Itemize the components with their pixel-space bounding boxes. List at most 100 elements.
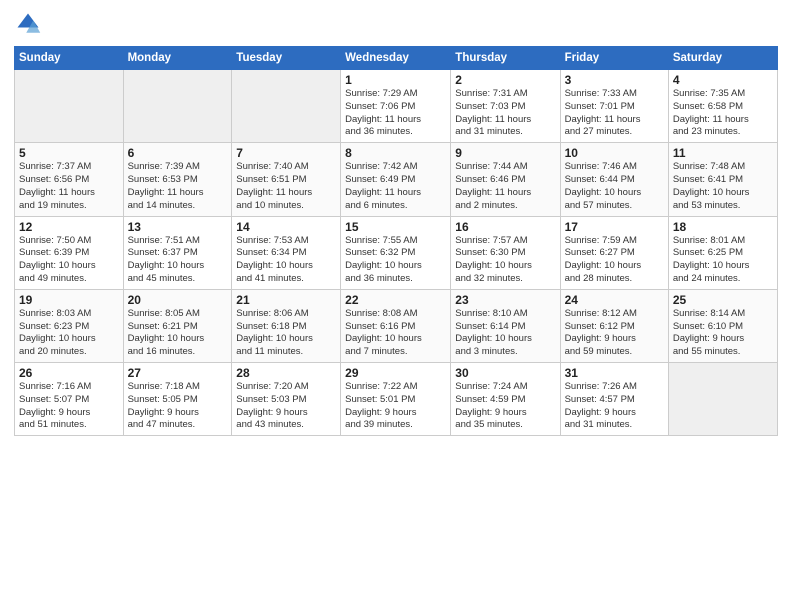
calendar-cell: 10Sunrise: 7:46 AM Sunset: 6:44 PM Dayli… (560, 143, 668, 216)
day-info: Sunrise: 7:40 AM Sunset: 6:51 PM Dayligh… (236, 161, 336, 212)
calendar-cell: 30Sunrise: 7:24 AM Sunset: 4:59 PM Dayli… (451, 363, 560, 436)
day-info: Sunrise: 7:20 AM Sunset: 5:03 PM Dayligh… (236, 381, 336, 432)
calendar-cell: 12Sunrise: 7:50 AM Sunset: 6:39 PM Dayli… (15, 216, 124, 289)
day-info: Sunrise: 7:24 AM Sunset: 4:59 PM Dayligh… (455, 381, 555, 432)
calendar-cell (668, 363, 777, 436)
calendar-cell: 27Sunrise: 7:18 AM Sunset: 5:05 PM Dayli… (123, 363, 232, 436)
calendar-week-row: 12Sunrise: 7:50 AM Sunset: 6:39 PM Dayli… (15, 216, 778, 289)
calendar-cell: 29Sunrise: 7:22 AM Sunset: 5:01 PM Dayli… (341, 363, 451, 436)
day-info: Sunrise: 7:16 AM Sunset: 5:07 PM Dayligh… (19, 381, 119, 432)
day-number: 24 (565, 293, 664, 307)
calendar-cell: 24Sunrise: 8:12 AM Sunset: 6:12 PM Dayli… (560, 289, 668, 362)
calendar-cell: 2Sunrise: 7:31 AM Sunset: 7:03 PM Daylig… (451, 70, 560, 143)
day-number: 2 (455, 73, 555, 87)
day-number: 7 (236, 146, 336, 160)
weekday-header: Saturday (668, 47, 777, 70)
day-number: 13 (128, 220, 228, 234)
day-number: 23 (455, 293, 555, 307)
calendar-cell: 31Sunrise: 7:26 AM Sunset: 4:57 PM Dayli… (560, 363, 668, 436)
logo-icon (14, 10, 42, 38)
day-info: Sunrise: 7:46 AM Sunset: 6:44 PM Dayligh… (565, 161, 664, 212)
day-number: 12 (19, 220, 119, 234)
day-info: Sunrise: 8:10 AM Sunset: 6:14 PM Dayligh… (455, 308, 555, 359)
weekday-header: Friday (560, 47, 668, 70)
calendar-cell: 13Sunrise: 7:51 AM Sunset: 6:37 PM Dayli… (123, 216, 232, 289)
day-number: 26 (19, 366, 119, 380)
day-number: 17 (565, 220, 664, 234)
day-info: Sunrise: 8:12 AM Sunset: 6:12 PM Dayligh… (565, 308, 664, 359)
day-number: 28 (236, 366, 336, 380)
day-info: Sunrise: 7:42 AM Sunset: 6:49 PM Dayligh… (345, 161, 446, 212)
day-info: Sunrise: 7:39 AM Sunset: 6:53 PM Dayligh… (128, 161, 228, 212)
page: SundayMondayTuesdayWednesdayThursdayFrid… (0, 0, 792, 612)
weekday-header: Monday (123, 47, 232, 70)
calendar-cell: 25Sunrise: 8:14 AM Sunset: 6:10 PM Dayli… (668, 289, 777, 362)
day-info: Sunrise: 7:51 AM Sunset: 6:37 PM Dayligh… (128, 235, 228, 286)
calendar-week-row: 5Sunrise: 7:37 AM Sunset: 6:56 PM Daylig… (15, 143, 778, 216)
day-number: 9 (455, 146, 555, 160)
day-info: Sunrise: 8:08 AM Sunset: 6:16 PM Dayligh… (345, 308, 446, 359)
calendar-cell: 11Sunrise: 7:48 AM Sunset: 6:41 PM Dayli… (668, 143, 777, 216)
day-number: 25 (673, 293, 773, 307)
day-number: 18 (673, 220, 773, 234)
day-number: 3 (565, 73, 664, 87)
day-info: Sunrise: 7:31 AM Sunset: 7:03 PM Dayligh… (455, 88, 555, 139)
day-info: Sunrise: 7:59 AM Sunset: 6:27 PM Dayligh… (565, 235, 664, 286)
day-info: Sunrise: 8:14 AM Sunset: 6:10 PM Dayligh… (673, 308, 773, 359)
day-info: Sunrise: 7:44 AM Sunset: 6:46 PM Dayligh… (455, 161, 555, 212)
calendar-cell: 5Sunrise: 7:37 AM Sunset: 6:56 PM Daylig… (15, 143, 124, 216)
day-info: Sunrise: 7:53 AM Sunset: 6:34 PM Dayligh… (236, 235, 336, 286)
calendar-cell: 22Sunrise: 8:08 AM Sunset: 6:16 PM Dayli… (341, 289, 451, 362)
day-number: 20 (128, 293, 228, 307)
day-info: Sunrise: 7:26 AM Sunset: 4:57 PM Dayligh… (565, 381, 664, 432)
day-number: 8 (345, 146, 446, 160)
calendar-cell: 26Sunrise: 7:16 AM Sunset: 5:07 PM Dayli… (15, 363, 124, 436)
day-info: Sunrise: 7:18 AM Sunset: 5:05 PM Dayligh… (128, 381, 228, 432)
calendar-cell: 20Sunrise: 8:05 AM Sunset: 6:21 PM Dayli… (123, 289, 232, 362)
weekday-header: Thursday (451, 47, 560, 70)
calendar-week-row: 19Sunrise: 8:03 AM Sunset: 6:23 PM Dayli… (15, 289, 778, 362)
weekday-header: Tuesday (232, 47, 341, 70)
calendar-cell: 19Sunrise: 8:03 AM Sunset: 6:23 PM Dayli… (15, 289, 124, 362)
day-info: Sunrise: 7:29 AM Sunset: 7:06 PM Dayligh… (345, 88, 446, 139)
header (14, 10, 778, 38)
day-number: 11 (673, 146, 773, 160)
day-info: Sunrise: 7:55 AM Sunset: 6:32 PM Dayligh… (345, 235, 446, 286)
day-number: 10 (565, 146, 664, 160)
day-info: Sunrise: 8:03 AM Sunset: 6:23 PM Dayligh… (19, 308, 119, 359)
calendar-cell: 6Sunrise: 7:39 AM Sunset: 6:53 PM Daylig… (123, 143, 232, 216)
calendar-header-row: SundayMondayTuesdayWednesdayThursdayFrid… (15, 47, 778, 70)
day-number: 6 (128, 146, 228, 160)
calendar-cell: 21Sunrise: 8:06 AM Sunset: 6:18 PM Dayli… (232, 289, 341, 362)
logo (14, 10, 46, 38)
day-info: Sunrise: 8:06 AM Sunset: 6:18 PM Dayligh… (236, 308, 336, 359)
day-number: 22 (345, 293, 446, 307)
calendar-week-row: 26Sunrise: 7:16 AM Sunset: 5:07 PM Dayli… (15, 363, 778, 436)
calendar-cell: 7Sunrise: 7:40 AM Sunset: 6:51 PM Daylig… (232, 143, 341, 216)
day-number: 14 (236, 220, 336, 234)
day-info: Sunrise: 8:05 AM Sunset: 6:21 PM Dayligh… (128, 308, 228, 359)
calendar-table: SundayMondayTuesdayWednesdayThursdayFrid… (14, 46, 778, 436)
day-number: 19 (19, 293, 119, 307)
day-number: 1 (345, 73, 446, 87)
calendar-cell: 8Sunrise: 7:42 AM Sunset: 6:49 PM Daylig… (341, 143, 451, 216)
calendar-cell: 4Sunrise: 7:35 AM Sunset: 6:58 PM Daylig… (668, 70, 777, 143)
calendar-cell (123, 70, 232, 143)
day-info: Sunrise: 7:22 AM Sunset: 5:01 PM Dayligh… (345, 381, 446, 432)
calendar-cell: 28Sunrise: 7:20 AM Sunset: 5:03 PM Dayli… (232, 363, 341, 436)
calendar-cell: 17Sunrise: 7:59 AM Sunset: 6:27 PM Dayli… (560, 216, 668, 289)
day-number: 16 (455, 220, 555, 234)
calendar-cell: 9Sunrise: 7:44 AM Sunset: 6:46 PM Daylig… (451, 143, 560, 216)
day-info: Sunrise: 7:33 AM Sunset: 7:01 PM Dayligh… (565, 88, 664, 139)
calendar-cell (15, 70, 124, 143)
calendar-week-row: 1Sunrise: 7:29 AM Sunset: 7:06 PM Daylig… (15, 70, 778, 143)
calendar-cell (232, 70, 341, 143)
day-number: 21 (236, 293, 336, 307)
day-number: 27 (128, 366, 228, 380)
weekday-header: Wednesday (341, 47, 451, 70)
calendar-cell: 1Sunrise: 7:29 AM Sunset: 7:06 PM Daylig… (341, 70, 451, 143)
day-number: 15 (345, 220, 446, 234)
day-info: Sunrise: 7:50 AM Sunset: 6:39 PM Dayligh… (19, 235, 119, 286)
calendar-cell: 3Sunrise: 7:33 AM Sunset: 7:01 PM Daylig… (560, 70, 668, 143)
day-number: 31 (565, 366, 664, 380)
